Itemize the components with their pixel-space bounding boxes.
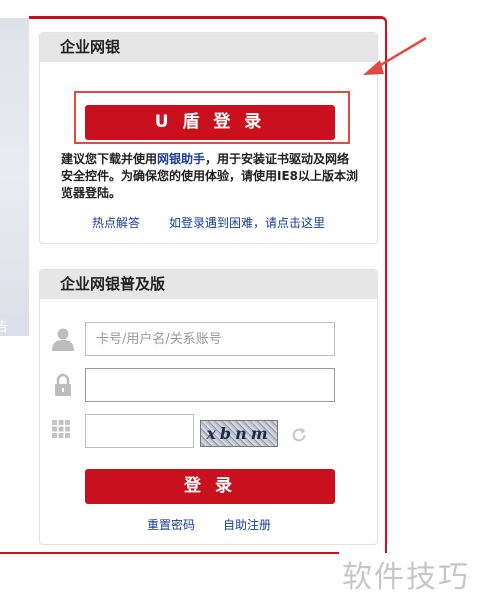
normal-box-title: 企业网银普及版: [40, 270, 377, 299]
faq-link[interactable]: 热点解答: [92, 214, 140, 231]
bottom-divider: [0, 552, 339, 554]
self-register-link[interactable]: 自助注册: [223, 516, 271, 533]
normal-login-box: 企业网银普及版 xbnm 登 录 重置密码 自助注册: [39, 269, 378, 545]
account-input[interactable]: [85, 322, 335, 356]
refresh-icon[interactable]: [290, 426, 308, 444]
ushield-box-title: 企业网银: [40, 33, 377, 62]
captcha-image[interactable]: xbnm: [200, 420, 278, 447]
download-notice: 建议您下载并使用网银助手，用于安装证书驱动及网络安全控件。为确保您的使用体验，请…: [61, 151, 361, 202]
user-icon: [52, 328, 74, 351]
ushield-login-box: 企业网银 U 盾 登 录 建议您下载并使用网银助手，用于安装证书驱动及网络安全控…: [39, 32, 378, 244]
ushield-login-button[interactable]: U 盾 登 录: [85, 105, 335, 140]
watermark-text: 软件技巧: [342, 560, 470, 595]
reset-password-link[interactable]: 重置密码: [147, 516, 195, 533]
login-help-link[interactable]: 如登录遇到困难，请点击这里: [169, 214, 325, 231]
netbank-assistant-link[interactable]: 网银助手: [157, 152, 205, 166]
promo-banner: 告: [0, 18, 29, 336]
captcha-input[interactable]: [85, 414, 194, 448]
password-input[interactable]: [85, 368, 335, 402]
keypad-icon: [52, 420, 70, 438]
login-button[interactable]: 登 录: [85, 469, 335, 504]
lock-icon: [55, 373, 71, 396]
arrow-pointer-icon: [363, 36, 427, 75]
banner-text-fragment: 告: [0, 320, 9, 335]
notice-text-part1: 建议您下载并使用: [61, 152, 158, 166]
